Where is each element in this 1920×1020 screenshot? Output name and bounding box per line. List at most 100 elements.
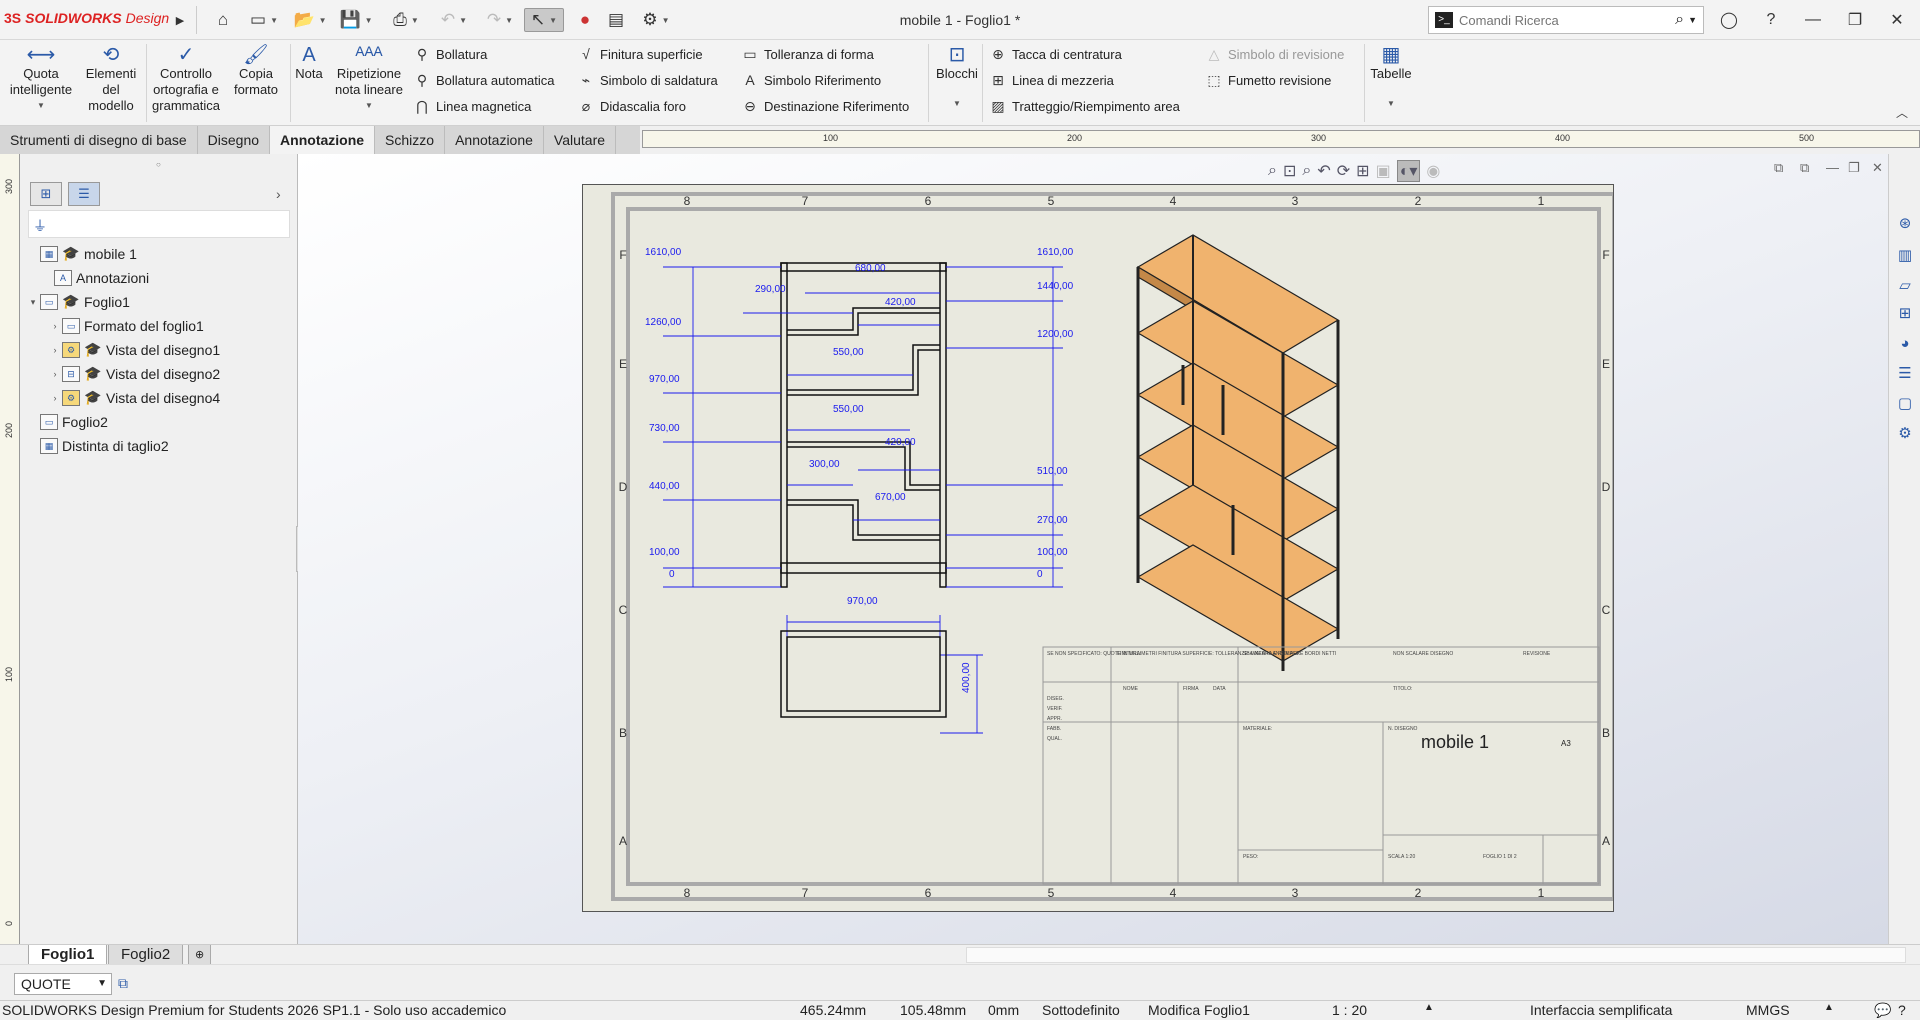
search-icon[interactable]: ⌕	[1675, 11, 1684, 29]
comment-icon[interactable]: 💬	[1874, 1002, 1891, 1019]
dim-right-270[interactable]: 270,00	[1037, 515, 1068, 526]
tab-annotation[interactable]: Annotazione	[270, 126, 376, 154]
doc-close-icon[interactable]: ✕	[1872, 160, 1883, 176]
open-folder-icon[interactable]: 📂 ▼	[290, 8, 330, 32]
dim-right-510[interactable]: 510,00	[1037, 466, 1068, 477]
sheet-tab-foglio2[interactable]: Foglio2	[108, 945, 184, 965]
surface-finish-button[interactable]: √ Finitura superficie	[578, 44, 702, 64]
tile-vertical-icon[interactable]: ⧉	[1800, 160, 1809, 176]
auto-balloon-button[interactable]: ⚲ Bollatura automatica	[414, 70, 555, 90]
dim-right-1440[interactable]: 1440,00	[1037, 281, 1074, 292]
dim-680[interactable]: 680,00	[855, 263, 886, 274]
hole-callout-button[interactable]: ⌀ Didascalia foro	[578, 96, 686, 116]
doc-restore-icon[interactable]: ❐	[1848, 160, 1860, 176]
dim-left-1610[interactable]: 1610,00	[645, 247, 682, 258]
tab-evaluate[interactable]: Valutare	[543, 126, 617, 154]
search-input[interactable]	[1459, 12, 1676, 28]
solidworks-resources-icon[interactable]: ⊛	[1895, 214, 1915, 234]
dim-420-top[interactable]: 420,00	[885, 297, 916, 308]
dim-left-440[interactable]: 440,00	[649, 481, 680, 492]
hide-show-icon[interactable]: ▣	[1376, 161, 1391, 181]
solidworks-logo[interactable]: 3S SOLIDWORKS Design	[4, 10, 169, 26]
magnetic-line-button[interactable]: ⋂ Linea magnetica	[414, 96, 531, 116]
command-search[interactable]: >_ ⌕ ▼	[1428, 6, 1704, 34]
layer-select[interactable]: QUOTE ▼	[14, 973, 112, 995]
dim-right-100[interactable]: 100,00	[1037, 547, 1068, 558]
tree-item-mobile1[interactable]: ▦ 🎓 mobile 1	[26, 242, 294, 266]
datum-feature-button[interactable]: A Simbolo Riferimento	[742, 70, 881, 90]
forum-icon[interactable]: ▢	[1895, 394, 1915, 414]
user-account-icon[interactable]: ◯	[1714, 6, 1744, 34]
zoom-to-fit-icon[interactable]: ⌕	[1268, 162, 1277, 180]
scene-icon[interactable]: ◉	[1426, 161, 1440, 181]
tree-item-foglio1[interactable]: ▾ ▭ 🎓 Foglio1	[26, 290, 294, 314]
horizontal-scrollbar[interactable]	[966, 947, 1906, 963]
tree-item-sheet-format[interactable]: › ▭ Formato del foglio1	[26, 314, 294, 338]
model-items-button[interactable]: ⟲ Elementi del modello	[80, 44, 142, 114]
print-icon[interactable]: ⎙ ▼	[384, 8, 428, 32]
tree-item-view4[interactable]: › ⚙ 🎓 Vista del disegno4	[26, 386, 294, 410]
blocks-button[interactable]: ⊡ Blocchi ▼	[934, 44, 980, 112]
status-scale[interactable]: 1 : 20	[1332, 1002, 1367, 1018]
chevron-down-icon[interactable]: ▼	[1688, 15, 1697, 25]
design-library-icon[interactable]: ▥	[1895, 246, 1915, 266]
format-painter-button[interactable]: 🖌 Copia formato	[226, 44, 286, 98]
rotate-icon[interactable]: ⟳	[1337, 161, 1350, 181]
display-style-icon[interactable]: ⊞	[1356, 161, 1369, 181]
tree-item-foglio2[interactable]: ▭ Foglio2	[26, 410, 294, 434]
doc-minimize-icon[interactable]: —	[1826, 160, 1839, 175]
dim-left-1260[interactable]: 1260,00	[645, 317, 682, 328]
tree-expander[interactable]: ▾	[26, 297, 40, 308]
dim-left-0[interactable]: 0	[669, 569, 675, 580]
help-icon[interactable]: ?	[1756, 6, 1786, 34]
zoom-in-out-icon[interactable]: ⌕	[1302, 162, 1311, 180]
tab-sketch[interactable]: Schizzo	[375, 126, 446, 154]
appearance-icon[interactable]: ◐▾	[1396, 160, 1421, 182]
layer-properties-icon[interactable]: ⧉	[118, 975, 128, 992]
undo-icon[interactable]: ↶ ▼	[434, 8, 474, 32]
note-button[interactable]: A Nota	[292, 44, 326, 82]
new-document-icon[interactable]: ▭ ▼	[244, 8, 284, 32]
add-sheet-icon[interactable]: ⊕	[188, 945, 212, 965]
tree-filter[interactable]: ⏚	[28, 210, 290, 238]
tables-button[interactable]: ▦ Tabelle ▼	[1370, 44, 1412, 112]
redo-icon[interactable]: ↷ ▼	[480, 8, 520, 32]
tree-expander[interactable]: ›	[48, 345, 62, 355]
dim-290[interactable]: 290,00	[755, 284, 786, 295]
dim-right-0[interactable]: 0	[1037, 569, 1043, 580]
toolbox-icon[interactable]: ⚙	[1895, 424, 1915, 444]
menu-expand-icon[interactable]: ▶	[172, 8, 188, 32]
dim-right-1200[interactable]: 1200,00	[1037, 329, 1074, 340]
dim-top-width[interactable]: 970,00	[847, 596, 878, 607]
tree-expander[interactable]: ›	[48, 321, 62, 331]
smart-dimension-button[interactable]: ⟷ Quota intelligente ▼	[4, 44, 78, 114]
close-icon[interactable]: ✕	[1882, 6, 1912, 34]
centerline-button[interactable]: ⊞ Linea di mezzeria	[990, 70, 1114, 90]
panel-grip-icon[interactable]: ○	[156, 160, 161, 169]
feature-manager-tab-icon[interactable]: ⊞	[30, 182, 62, 206]
tab-drawing[interactable]: Disegno	[197, 126, 271, 154]
save-icon[interactable]: 💾 ▼	[336, 8, 376, 32]
dim-420-mid[interactable]: 420,00	[885, 437, 916, 448]
dim-left-730[interactable]: 730,00	[649, 423, 680, 434]
dim-top-depth[interactable]: 400,00	[961, 662, 972, 693]
tab-sketch-tools[interactable]: Strumenti di disegno di base	[0, 126, 198, 154]
dim-550-mid[interactable]: 550,00	[833, 404, 864, 415]
tree-expander[interactable]: ›	[48, 369, 62, 379]
dim-left-970[interactable]: 970,00	[649, 374, 680, 385]
rebuild-traffic-light-icon[interactable]: ●	[574, 8, 596, 32]
chevron-right-icon[interactable]: ›	[276, 186, 281, 202]
custom-properties-icon[interactable]: ☰	[1895, 364, 1915, 384]
tree-expander[interactable]: ›	[48, 393, 62, 403]
tab-annotation-2[interactable]: Annotazione	[445, 126, 544, 154]
tree-item-annotations[interactable]: A Annotazioni	[26, 266, 294, 290]
tree-item-view1[interactable]: › ⚙ 🎓 Vista del disegno1	[26, 338, 294, 362]
dim-300[interactable]: 300,00	[809, 459, 840, 470]
linear-note-pattern-button[interactable]: ᴬᴬᴬ Ripetizione nota lineare ▼	[330, 44, 408, 114]
dim-right-1610[interactable]: 1610,00	[1037, 247, 1074, 258]
dim-670[interactable]: 670,00	[875, 492, 906, 503]
chevron-up-icon[interactable]: ▲	[1424, 1002, 1434, 1013]
drawing-sheet[interactable]: 8 7 6 5 4 3 2 1 8 7 6 5 4 3 2 1 F E D C	[582, 184, 1614, 912]
weld-symbol-button[interactable]: ⌁ Simbolo di saldatura	[578, 70, 718, 90]
property-manager-tab-icon[interactable]: ☰	[68, 182, 100, 206]
